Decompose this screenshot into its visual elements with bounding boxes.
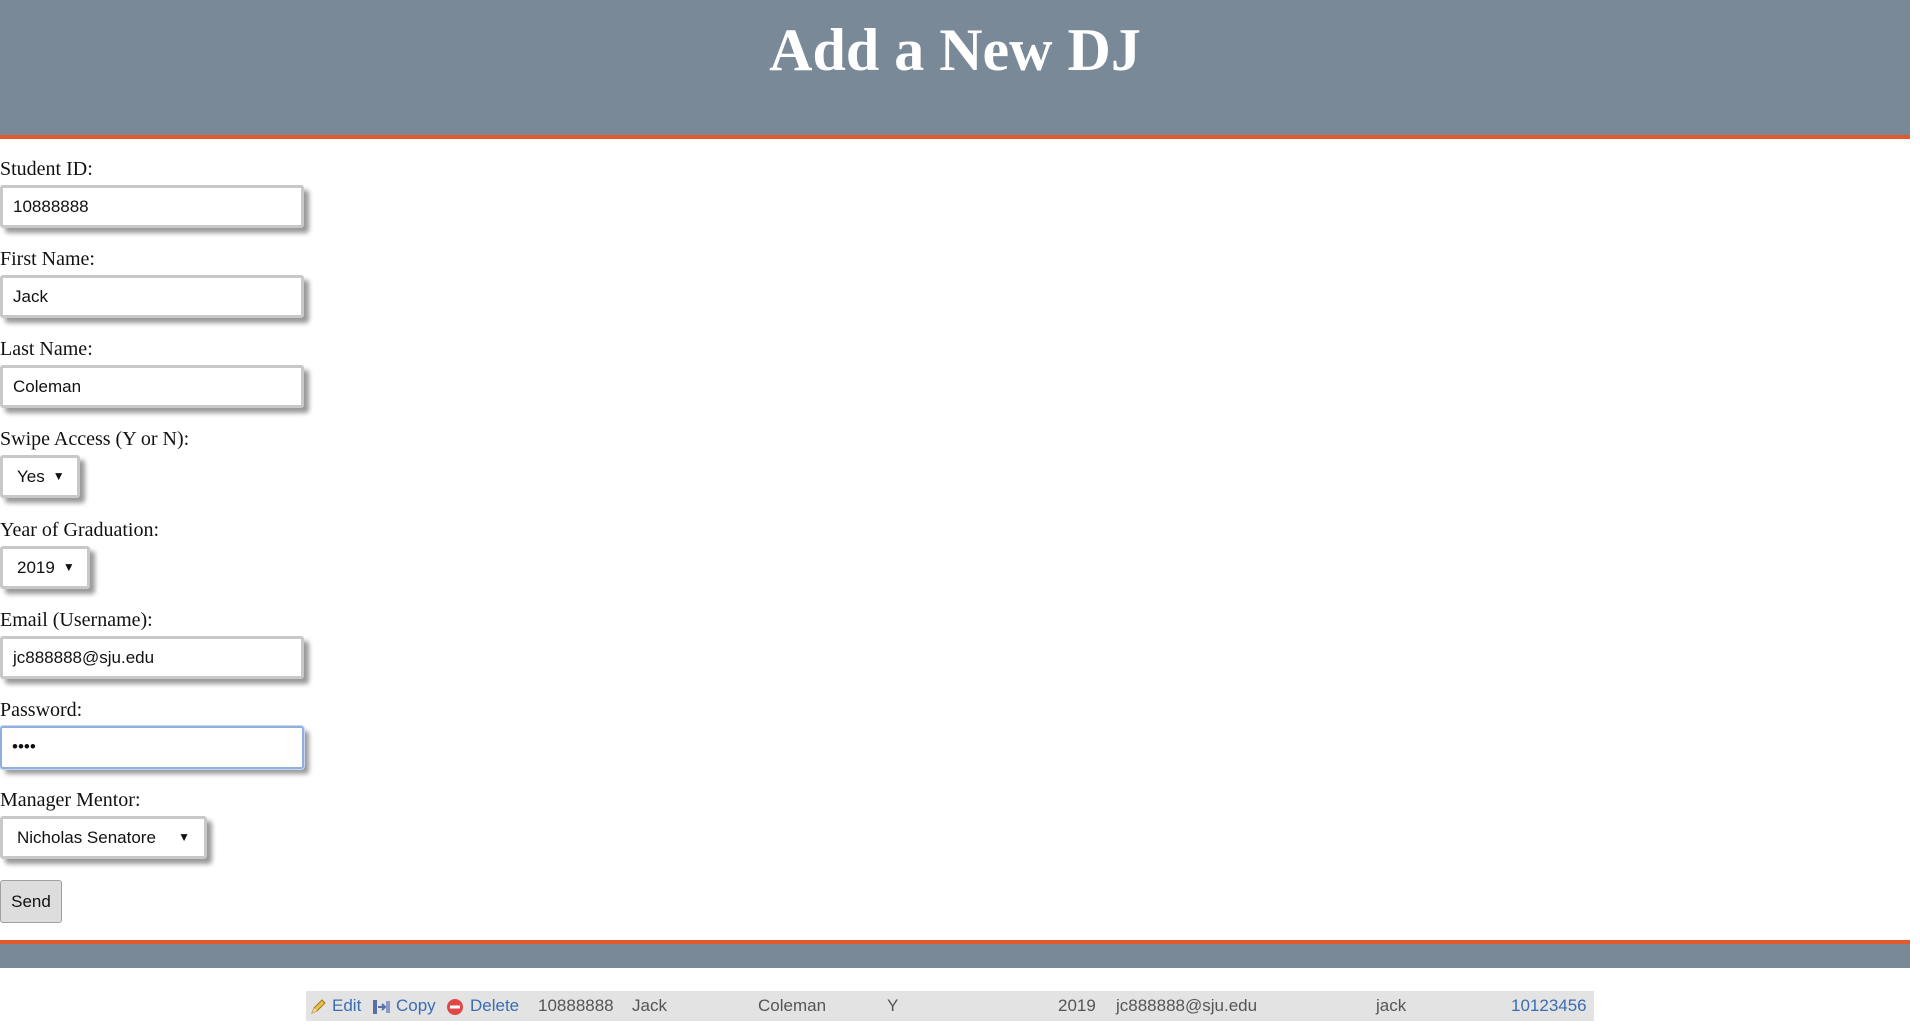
footer-bar (0, 940, 1910, 968)
cell-last-name: Coleman (758, 996, 827, 1015)
manager-mentor-label: Manager Mentor: (0, 789, 141, 811)
page-title: Add a New DJ (769, 17, 1141, 83)
email-input[interactable]: jc888888@sju.edu (0, 636, 304, 679)
copy-icon[interactable] (371, 998, 391, 1016)
send-button[interactable]: Send (0, 880, 62, 923)
chevron-down-icon: ▼ (178, 830, 190, 844)
first-name-label: First Name: (0, 248, 95, 270)
cell-first-name: Jack (632, 996, 667, 1015)
last-name-input[interactable]: Coleman (0, 365, 304, 408)
email-label: Email (Username): (0, 609, 153, 631)
edit-link[interactable]: Edit (332, 991, 361, 1021)
cell-mentor-id[interactable]: 10123456 (1511, 991, 1587, 1021)
chevron-down-icon: ▼ (62, 560, 75, 574)
first-name-input[interactable]: Jack (0, 275, 304, 318)
swipe-access-value: Yes (17, 467, 45, 486)
manager-mentor-select[interactable]: Nicholas Senatore ▼ (0, 816, 207, 859)
manager-mentor-value: Nicholas Senatore (17, 828, 156, 847)
last-name-label: Last Name: (0, 338, 93, 360)
student-id-label: Student ID: (0, 158, 93, 180)
cell-username: jack (1376, 996, 1407, 1015)
delete-icon[interactable] (446, 998, 464, 1016)
student-id-input[interactable]: 10888888 (0, 185, 304, 228)
swipe-access-label: Swipe Access (Y or N): (0, 428, 190, 450)
graduation-year-label: Year of Graduation: (0, 519, 160, 541)
cell-graduation-year: 2019 (1058, 996, 1096, 1015)
page-header: Add a New DJ (0, 0, 1910, 139)
cell-student-id: 10888888 (538, 996, 614, 1015)
chevron-down-icon: ▼ (52, 469, 65, 483)
cell-email: jc888888@sju.edu (1116, 996, 1258, 1015)
graduation-year-select[interactable]: 2019 ▼ (0, 546, 90, 589)
copy-link[interactable]: Copy (396, 991, 436, 1021)
swipe-access-select[interactable]: Yes ▼ (0, 455, 80, 498)
cell-swipe-access: Y (887, 996, 899, 1015)
password-input[interactable]: •••• (0, 725, 305, 770)
pencil-icon[interactable] (309, 998, 327, 1016)
table-row: Edit Copy Delete 10888888 Jack Coleman Y… (306, 991, 1594, 1021)
password-label: Password: (0, 699, 83, 721)
graduation-year-value: 2019 (17, 558, 55, 577)
delete-link[interactable]: Delete (470, 991, 519, 1021)
